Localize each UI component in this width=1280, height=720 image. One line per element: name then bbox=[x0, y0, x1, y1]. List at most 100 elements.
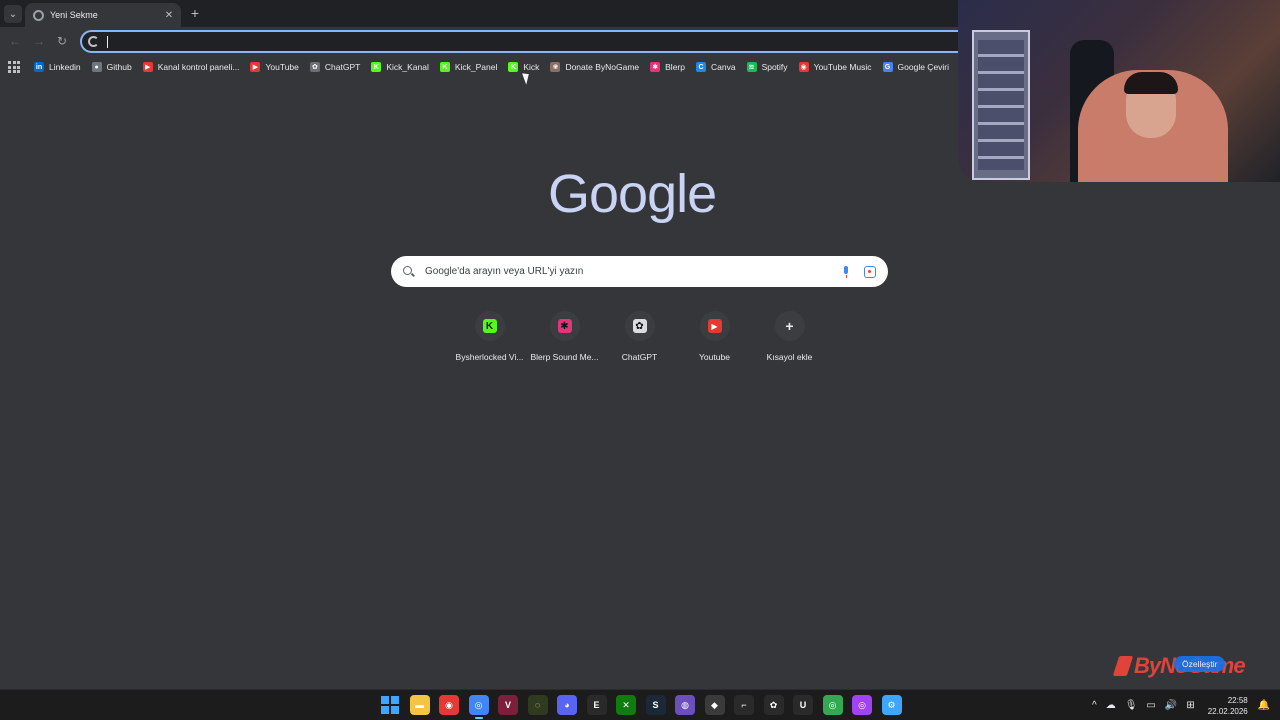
reload-button[interactable]: ↻ bbox=[55, 34, 69, 48]
blerp-icon: ✱ bbox=[557, 319, 572, 333]
bookmark-kick[interactable]: K Kick bbox=[508, 62, 539, 72]
tab-search-button[interactable]: ⌄ bbox=[4, 5, 22, 23]
bookmark-spotify[interactable]: ≋ Spotify bbox=[746, 62, 788, 72]
bookmark-youtube-music[interactable]: ◉ YouTube Music bbox=[798, 62, 872, 72]
notification-icon[interactable]: 🔔 bbox=[1258, 700, 1270, 711]
bookmark-label: Google Çeviri bbox=[897, 62, 950, 72]
google-lens-icon[interactable] bbox=[864, 265, 876, 278]
apps-icon[interactable] bbox=[8, 61, 20, 73]
shortcut-icon-circle: K bbox=[474, 311, 505, 341]
new-tab-button[interactable]: + bbox=[188, 6, 202, 20]
bookmark-kick-kanal[interactable]: K Kick_Kanal bbox=[371, 62, 429, 72]
clock[interactable]: 22:58 22.02.2026 bbox=[1208, 695, 1248, 717]
shortcut-label: Youtube bbox=[699, 352, 730, 362]
shortcut-tile[interactable]: ▶ Youtube bbox=[677, 311, 752, 362]
bookmark-label: Kick_Kanal bbox=[386, 62, 429, 72]
chrome-dev-icon[interactable]: ◎ bbox=[852, 695, 872, 715]
bookmark-kick-panel[interactable]: K Kick_Panel bbox=[439, 62, 498, 72]
xbox-icon[interactable]: ✕ bbox=[616, 695, 636, 715]
bookmark-donate-bynogame[interactable]: ❀ Donate ByNoGame bbox=[550, 62, 639, 72]
google-icon bbox=[88, 36, 99, 47]
customize-button[interactable]: Özelleştir bbox=[1174, 656, 1226, 672]
bookmark-google-eviri[interactable]: G Google Çeviri bbox=[882, 62, 950, 72]
webcam-hair bbox=[1124, 72, 1178, 94]
canva-icon: C bbox=[695, 62, 706, 72]
spotify-icon: ≋ bbox=[746, 62, 757, 72]
bookmark-label: Github bbox=[106, 62, 132, 72]
forward-button[interactable]: → bbox=[32, 34, 46, 48]
kick-icon: K bbox=[482, 319, 497, 333]
chrome-profile-icon[interactable]: ◎ bbox=[822, 695, 843, 715]
youtube-icon: ▶ bbox=[707, 319, 722, 333]
volume-icon[interactable]: 🔊 bbox=[1165, 700, 1177, 711]
onedrive-icon[interactable]: ☁ bbox=[1106, 700, 1116, 711]
webcam-overlay bbox=[958, 0, 1280, 182]
kick-icon: K bbox=[439, 62, 450, 72]
bookmark-chatgpt[interactable]: ✿ ChatGPT bbox=[309, 62, 361, 72]
youtube-icon: ▶ bbox=[250, 62, 261, 72]
display-icon[interactable]: ▭ bbox=[1146, 700, 1155, 711]
bookmark-youtube[interactable]: ▶ YouTube bbox=[250, 62, 299, 72]
tab-new-tab[interactable]: Yeni Sekme ✕ bbox=[25, 3, 181, 27]
google-translate-icon: G bbox=[882, 62, 893, 72]
kick-icon: K bbox=[508, 62, 519, 72]
shortcut-icon-circle: ✿ bbox=[624, 311, 655, 341]
discord-icon[interactable]: ◕ bbox=[557, 695, 577, 715]
start-icon[interactable] bbox=[380, 695, 400, 715]
settings-app-icon[interactable]: ⚙ bbox=[881, 695, 902, 715]
unreal-icon[interactable]: U bbox=[793, 695, 813, 715]
webcam-shelf bbox=[972, 30, 1030, 180]
bookmark-blerp[interactable]: ✱ Blerp bbox=[650, 62, 685, 72]
bookmark-label: Kanal kontrol paneli... bbox=[157, 62, 240, 72]
shortcut-tile[interactable]: + Kısayol ekle bbox=[752, 311, 827, 362]
back-button[interactable]: ← bbox=[8, 34, 22, 48]
network-icon[interactable]: ⊞ bbox=[1186, 700, 1194, 711]
clock-time: 22:58 bbox=[1227, 695, 1248, 705]
bookmark-label: YouTube bbox=[265, 62, 299, 72]
bookmark-label: ChatGPT bbox=[324, 62, 361, 72]
steam-icon[interactable]: S bbox=[645, 695, 666, 715]
shortcut-label: Blerp Sound Me... bbox=[530, 352, 599, 362]
obs-icon[interactable]: ◍ bbox=[675, 695, 695, 715]
linkedin-icon: in bbox=[34, 62, 44, 72]
search-box[interactable] bbox=[391, 256, 888, 287]
bookmark-label: Linkedin bbox=[49, 62, 81, 72]
cursor-app-icon[interactable]: ⌐ bbox=[734, 695, 754, 715]
openai-icon[interactable]: ✿ bbox=[763, 695, 784, 715]
youtube-music-icon: ◉ bbox=[798, 62, 809, 72]
chrome-icon[interactable]: ◎ bbox=[468, 695, 489, 719]
shortcut-tile[interactable]: ✱ Blerp Sound Me... bbox=[527, 311, 602, 362]
shortcut-label: ChatGPT bbox=[621, 352, 658, 362]
system-tray: ^ ☁ 🎙 ▭ 🔊 ⊞ 22:58 22.02.2026 🔔 bbox=[1092, 690, 1270, 720]
unity-icon[interactable]: ◆ bbox=[704, 695, 725, 715]
shortcut-tile[interactable]: ✿ ChatGPT bbox=[602, 311, 677, 362]
youtube-music-icon[interactable]: ◉ bbox=[439, 695, 459, 715]
tab-title: Yeni Sekme bbox=[50, 10, 98, 20]
vegas-icon[interactable]: V bbox=[498, 695, 518, 715]
bookmark-github[interactable]: ● Github bbox=[91, 62, 132, 72]
microphone-tray-icon[interactable]: 🎙 bbox=[1125, 700, 1138, 711]
search-input[interactable] bbox=[425, 266, 834, 277]
shortcut-icon-circle: ▶ bbox=[699, 311, 730, 341]
razer-icon[interactable]: ◌ bbox=[527, 695, 548, 715]
close-icon[interactable]: ✕ bbox=[163, 9, 175, 21]
epic-games-icon[interactable]: E bbox=[586, 695, 607, 715]
file-explorer-icon[interactable]: ▬ bbox=[409, 695, 430, 715]
shortcut-icon-circle: + bbox=[774, 311, 805, 341]
bookmark-label: Spotify bbox=[761, 62, 788, 72]
show-hidden-icons-icon[interactable]: ^ bbox=[1092, 700, 1097, 711]
chatgpt-icon: ✿ bbox=[309, 62, 320, 72]
bookmark-linkedin[interactable]: in Linkedin bbox=[34, 62, 81, 72]
bynogame-watermark: ByNoGame Özelleştir bbox=[1112, 653, 1246, 679]
taskbar-apps: ▬ ◉ ◎ V ◌ ◕ E ✕ S ◍ ◆ ⌐ ✿ U ◎ ◎ ⚙ bbox=[380, 695, 911, 719]
shortcut-tile[interactable]: K Bysherlocked Vi... bbox=[452, 311, 527, 362]
bookmark-kanal-kontrol-paneli[interactable]: ▶ Kanal kontrol paneli... bbox=[142, 62, 240, 72]
bookmark-label: Blerp bbox=[665, 62, 685, 72]
bookmark-label: Donate ByNoGame bbox=[565, 62, 640, 72]
google-logo: Google bbox=[548, 164, 717, 224]
microphone-icon[interactable] bbox=[842, 265, 850, 278]
shortcut-tiles: K Bysherlocked Vi... ✱ Blerp Sound Me... ✿ Ch… bbox=[452, 311, 827, 362]
bookmark-canva[interactable]: C Canva bbox=[695, 62, 736, 72]
bookmark-label: Kick_Panel bbox=[454, 62, 498, 72]
chrome-icon bbox=[33, 9, 44, 21]
